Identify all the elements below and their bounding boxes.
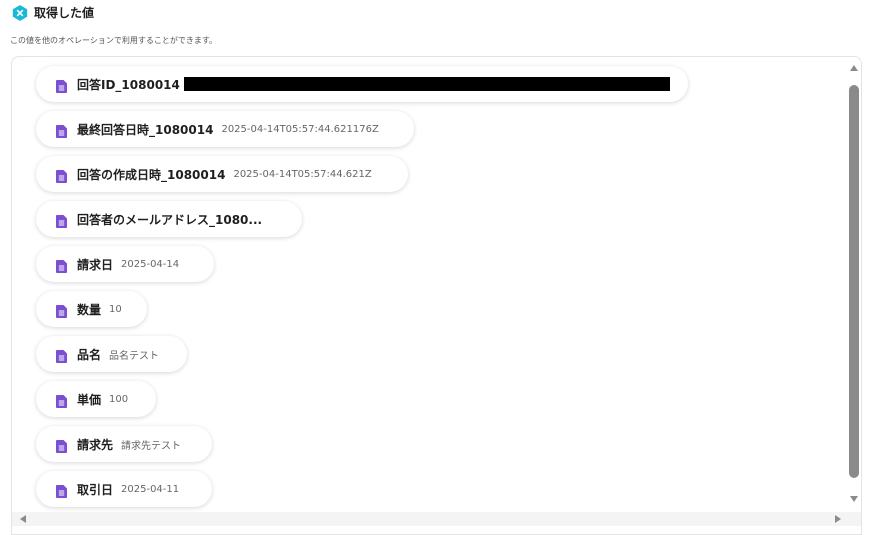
section-subtitle: この値を他のオペレーションで利用することができます。 — [10, 36, 218, 45]
document-icon — [56, 348, 67, 363]
value-chip-invoice-date[interactable]: 請求日 2025-04-14 — [36, 246, 214, 282]
field-label: 数量 — [77, 302, 102, 317]
section-header: 取得した値 — [12, 4, 94, 21]
vertical-scroll-thumb[interactable] — [849, 85, 859, 478]
document-icon — [56, 78, 67, 93]
field-value: 請求先テスト — [121, 440, 182, 452]
field-value: 品名テスト — [109, 350, 160, 362]
document-icon — [56, 168, 67, 183]
value-chip-transaction-date[interactable]: 取引日 2025-04-11 — [36, 471, 212, 507]
redacted-value — [183, 77, 670, 91]
document-icon — [56, 123, 67, 138]
field-value: 2025-04-14T05:57:44.621176Z — [221, 123, 379, 135]
field-label: 単価 — [77, 392, 102, 407]
value-chip-response-id[interactable]: 回答ID_1080014 — [36, 66, 688, 102]
field-value: 2025-04-14 — [121, 258, 180, 270]
value-chip-email[interactable]: 回答者のメールアドレス_1080... — [36, 201, 302, 237]
document-icon — [56, 303, 67, 318]
document-icon — [56, 258, 67, 273]
document-icon — [56, 438, 67, 453]
field-value: 2025-04-14T05:57:44.621Z — [233, 168, 372, 180]
field-label: 取引日 — [77, 482, 114, 497]
section-title: 取得した値 — [34, 6, 95, 20]
vertical-scrollbar[interactable] — [847, 57, 861, 514]
scroll-right-icon[interactable] — [835, 515, 841, 523]
value-chip-last-answered[interactable]: 最終回答日時_1080014 2025-04-14T05:57:44.62117… — [36, 111, 414, 147]
scroll-up-icon[interactable] — [850, 65, 858, 71]
field-label: 回答の作成日時_1080014 — [77, 167, 226, 182]
document-icon — [56, 213, 67, 228]
horizontal-scroll-track[interactable] — [12, 512, 861, 526]
field-label: 請求先 — [77, 437, 114, 452]
field-value: 100 — [109, 393, 129, 405]
value-chip-item-name[interactable]: 品名 品名テスト — [36, 336, 187, 372]
field-label: 請求日 — [77, 257, 114, 272]
document-icon — [56, 393, 67, 408]
scroll-left-icon[interactable] — [20, 515, 26, 523]
document-icon — [56, 483, 67, 498]
values-panel: 回答ID_1080014 最終回答日時_1080014 2025-04-14T0… — [11, 56, 862, 535]
field-label: 最終回答日時_1080014 — [77, 122, 214, 137]
field-label: 回答ID_1080014 — [77, 77, 180, 92]
field-label: 回答者のメールアドレス_1080... — [77, 212, 263, 227]
value-chip-billing-to[interactable]: 請求先 請求先テスト — [36, 426, 212, 462]
scroll-down-icon[interactable] — [850, 496, 858, 502]
values-list: 回答ID_1080014 最終回答日時_1080014 2025-04-14T0… — [12, 57, 848, 514]
value-chip-unit-price[interactable]: 単価 100 — [36, 381, 156, 417]
field-value: 10 — [109, 303, 122, 315]
field-label: 品名 — [77, 347, 102, 362]
field-value: 2025-04-11 — [121, 483, 180, 495]
horizontal-scrollbar[interactable] — [12, 512, 861, 534]
variable-x-icon — [12, 4, 28, 21]
value-chip-quantity[interactable]: 数量 10 — [36, 291, 147, 327]
value-chip-created-at[interactable]: 回答の作成日時_1080014 2025-04-14T05:57:44.621Z — [36, 156, 408, 192]
